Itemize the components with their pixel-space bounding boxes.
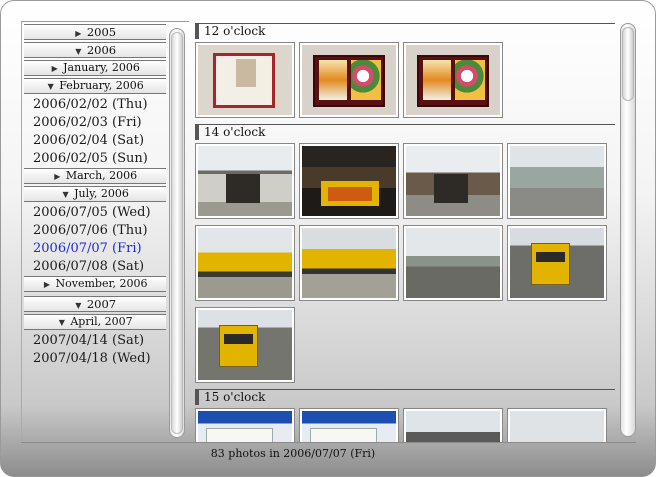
date-sidebar: ▶ 2005 ▼ 2006 ▶ January, 2006 ▼ February, 2006 2… <box>21 21 189 442</box>
tree-day-item[interactable]: 2006/02/05 (Sun) <box>24 150 166 168</box>
tree-day-item[interactable]: 2006/07/07 (Fri) <box>24 240 166 258</box>
disclosure-open-icon[interactable]: ▼ <box>57 316 66 330</box>
date-tree: ▶ 2005 ▼ 2006 ▶ January, 2006 ▼ February, 2006 2… <box>24 24 166 368</box>
photo-thumbnail-ticket[interactable] <box>299 408 399 443</box>
sidebar-scrollbar[interactable] <box>169 28 185 438</box>
tree-day-item[interactable]: 2006/07/06 (Thu) <box>24 222 166 240</box>
disclosure-open-icon[interactable]: ▼ <box>74 299 83 313</box>
photo-grid-scrollbar[interactable] <box>620 23 636 437</box>
photo-thumbnail-station-front[interactable] <box>403 143 503 219</box>
photo-image <box>302 146 396 216</box>
disclosure-open-icon[interactable]: ▼ <box>46 80 55 94</box>
tree-header-label: November, 2006 <box>55 277 148 290</box>
tree-day-item[interactable]: 2006/07/08 (Sat) <box>24 258 166 276</box>
tree-header[interactable]: ▼ February, 2006 <box>24 78 166 94</box>
photo-thumbnail-yellow-train-platform[interactable] <box>195 307 295 383</box>
photo-thumbnail-cloudy-sky[interactable] <box>507 408 607 443</box>
disclosure-closed-icon[interactable]: ▶ <box>50 62 59 76</box>
photo-image <box>198 411 292 443</box>
tree-header[interactable]: ▼ 2007 <box>24 296 166 312</box>
photo-thumbnail-yellow-train-front[interactable] <box>507 225 607 301</box>
photo-thumbnail-bento-box-open[interactable] <box>299 42 399 118</box>
photo-grid-scroll-thumb[interactable] <box>622 27 634 101</box>
disclosure-closed-icon[interactable]: ▶ <box>53 170 62 184</box>
photo-browser-window: ▶ 2005 ▼ 2006 ▶ January, 2006 ▼ February, 2006 2… <box>0 0 656 477</box>
photo-thumbnail-station-building[interactable] <box>195 143 295 219</box>
photo-thumbnail-train-tunnel[interactable] <box>403 408 503 443</box>
time-group-header: 14 o'clock <box>195 124 615 140</box>
tree-header[interactable]: ▶ November, 2006 <box>24 276 166 292</box>
disclosure-open-icon[interactable]: ▼ <box>74 45 83 59</box>
photo-image <box>198 146 292 216</box>
photo-image <box>510 228 604 298</box>
photo-image <box>510 411 604 443</box>
tree-header-label: 2007 <box>86 297 117 311</box>
time-group-header: 15 o'clock <box>195 389 615 405</box>
tree-day-item[interactable]: 2007/04/18 (Wed) <box>24 350 166 368</box>
photo-thumbnail-bento-box-open[interactable] <box>403 42 503 118</box>
photo-image <box>302 45 396 115</box>
photo-image <box>406 45 500 115</box>
disclosure-closed-icon[interactable]: ▶ <box>74 27 83 41</box>
tree-header[interactable]: ▶ January, 2006 <box>24 60 166 76</box>
sidebar-scroll-thumb[interactable] <box>171 32 183 434</box>
tree-day-item[interactable]: 2006/02/02 (Thu) <box>24 96 166 114</box>
status-divider <box>21 442 636 443</box>
photo-image <box>302 411 396 443</box>
photo-thumbnail-yellow-train-side[interactable] <box>299 225 399 301</box>
tree-day-item[interactable]: 2007/04/14 (Sat) <box>24 332 166 350</box>
photo-thumbnail-bento-box-lid[interactable] <box>195 42 295 118</box>
tree-day-item[interactable]: 2006/02/04 (Sat) <box>24 132 166 150</box>
tree-header-label: January, 2006 <box>63 61 140 74</box>
tree-day-item[interactable]: 2006/02/03 (Fri) <box>24 114 166 132</box>
status-text: 83 photos in 2006/07/07 (Fri) <box>210 447 376 460</box>
tree-header-label: April, 2007 <box>70 315 133 328</box>
tree-header[interactable]: ▶ March, 2006 <box>24 168 166 184</box>
photo-grid: 12 o'clock 14 o'clock 15 o'clock <box>193 23 617 443</box>
photo-image <box>302 228 396 298</box>
photo-image <box>406 146 500 216</box>
time-group-header: 12 o'clock <box>195 23 615 39</box>
tree-day-item[interactable]: 2006/07/05 (Wed) <box>24 204 166 222</box>
photo-thumbnail-yellow-train[interactable] <box>195 225 295 301</box>
photo-thumbnail-street-view[interactable] <box>507 143 607 219</box>
photo-thumbnail-rail-tracks[interactable] <box>403 225 503 301</box>
disclosure-closed-icon[interactable]: ▶ <box>43 278 52 292</box>
photo-image <box>198 228 292 298</box>
tree-header-label: 2005 <box>86 25 117 39</box>
photo-image <box>406 411 500 443</box>
photo-thumbnail-kiosk-stand[interactable] <box>299 143 399 219</box>
tree-header[interactable]: ▶ 2005 <box>24 24 166 40</box>
photo-thumbnail-ticket[interactable] <box>195 408 295 443</box>
photo-image <box>198 310 292 380</box>
photo-image <box>510 146 604 216</box>
tree-header[interactable]: ▼ 2006 <box>24 42 166 58</box>
photo-image <box>198 45 292 115</box>
tree-header-label: February, 2006 <box>59 79 144 92</box>
tree-header-label: July, 2006 <box>74 187 129 200</box>
tree-header-label: March, 2006 <box>65 169 138 182</box>
tree-header[interactable]: ▼ April, 2007 <box>24 314 166 330</box>
photo-image <box>406 228 500 298</box>
disclosure-open-icon[interactable]: ▼ <box>61 188 70 202</box>
tree-header[interactable]: ▼ July, 2006 <box>24 186 166 202</box>
tree-header-label: 2006 <box>86 43 117 57</box>
